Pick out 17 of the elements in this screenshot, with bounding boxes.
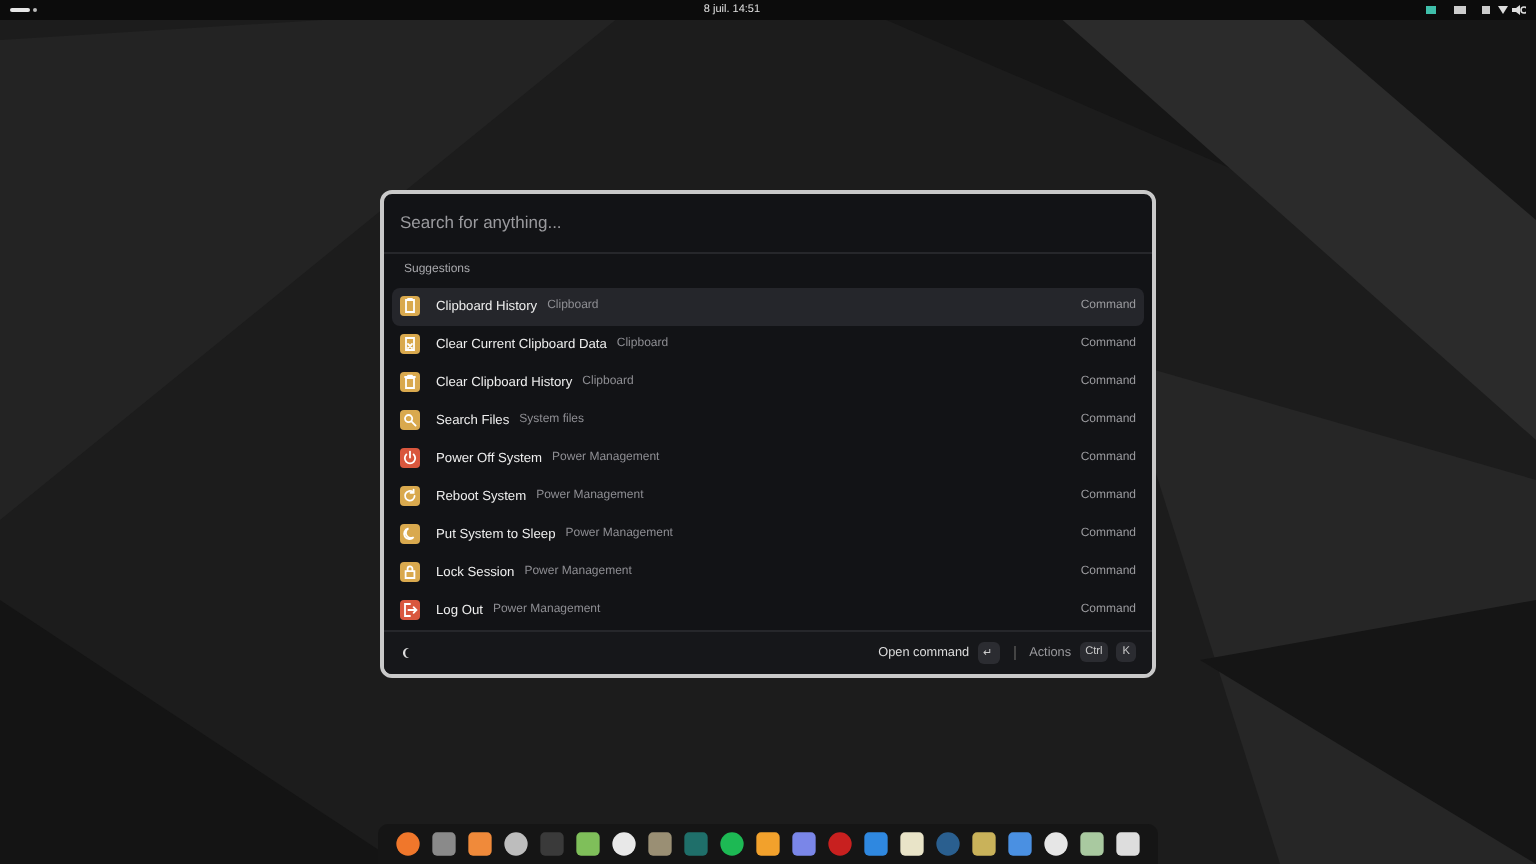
search-field[interactable]: Search for anything... xyxy=(400,212,1136,233)
app-icon[interactable] xyxy=(898,830,926,858)
moon-icon[interactable] xyxy=(400,645,414,660)
app-icon[interactable] xyxy=(646,830,674,858)
app-icon[interactable] xyxy=(1078,830,1106,858)
activities-icon[interactable] xyxy=(10,6,38,14)
app-icon[interactable] xyxy=(610,830,638,858)
app-icon[interactable] xyxy=(754,830,782,858)
app-icon[interactable] xyxy=(970,830,998,858)
app-icon[interactable] xyxy=(466,830,494,858)
app-icon[interactable] xyxy=(1114,830,1142,858)
app-icon[interactable] xyxy=(394,830,422,858)
app-icon[interactable] xyxy=(574,830,602,858)
app-icon[interactable] xyxy=(1042,830,1070,858)
app-icon[interactable] xyxy=(718,830,746,858)
app-icon[interactable] xyxy=(502,830,530,858)
system-tray-icons[interactable] xyxy=(1425,4,1526,16)
